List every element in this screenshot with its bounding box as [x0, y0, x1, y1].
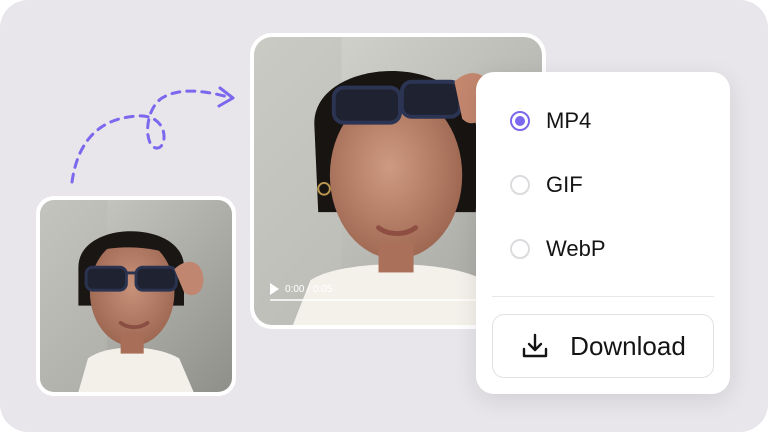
format-label: GIF — [546, 172, 583, 197]
play-icon[interactable] — [270, 283, 279, 295]
video-progress-bar[interactable] — [270, 299, 482, 301]
radio-icon[interactable] — [510, 239, 530, 259]
format-label: MP4 — [546, 108, 592, 133]
curved-dashed-arrow-icon — [70, 86, 235, 184]
format-label: WebP — [546, 236, 606, 261]
video-player-controls: 0:00 / 0:05 — [270, 283, 482, 295]
video-time: 0:00 / 0:05 — [285, 283, 333, 295]
format-option-mp4[interactable]: MP4 — [510, 108, 591, 134]
download-icon — [522, 333, 548, 358]
format-option-gif[interactable]: GIF — [510, 172, 583, 198]
format-panel: MP4 GIF WebP Download — [476, 72, 730, 394]
sunglasses — [331, 79, 463, 125]
download-label: Download — [570, 330, 686, 361]
radio-selected-icon[interactable] — [510, 111, 530, 131]
portrait-image — [40, 200, 232, 392]
stage: 0:00 / 0:05 MP4 GIF WebP Download — [0, 0, 768, 432]
source-photo — [36, 196, 236, 396]
radio-icon[interactable] — [510, 175, 530, 195]
download-button[interactable]: Download — [492, 314, 714, 378]
format-option-webp[interactable]: WebP — [510, 236, 606, 262]
divider — [492, 296, 714, 297]
